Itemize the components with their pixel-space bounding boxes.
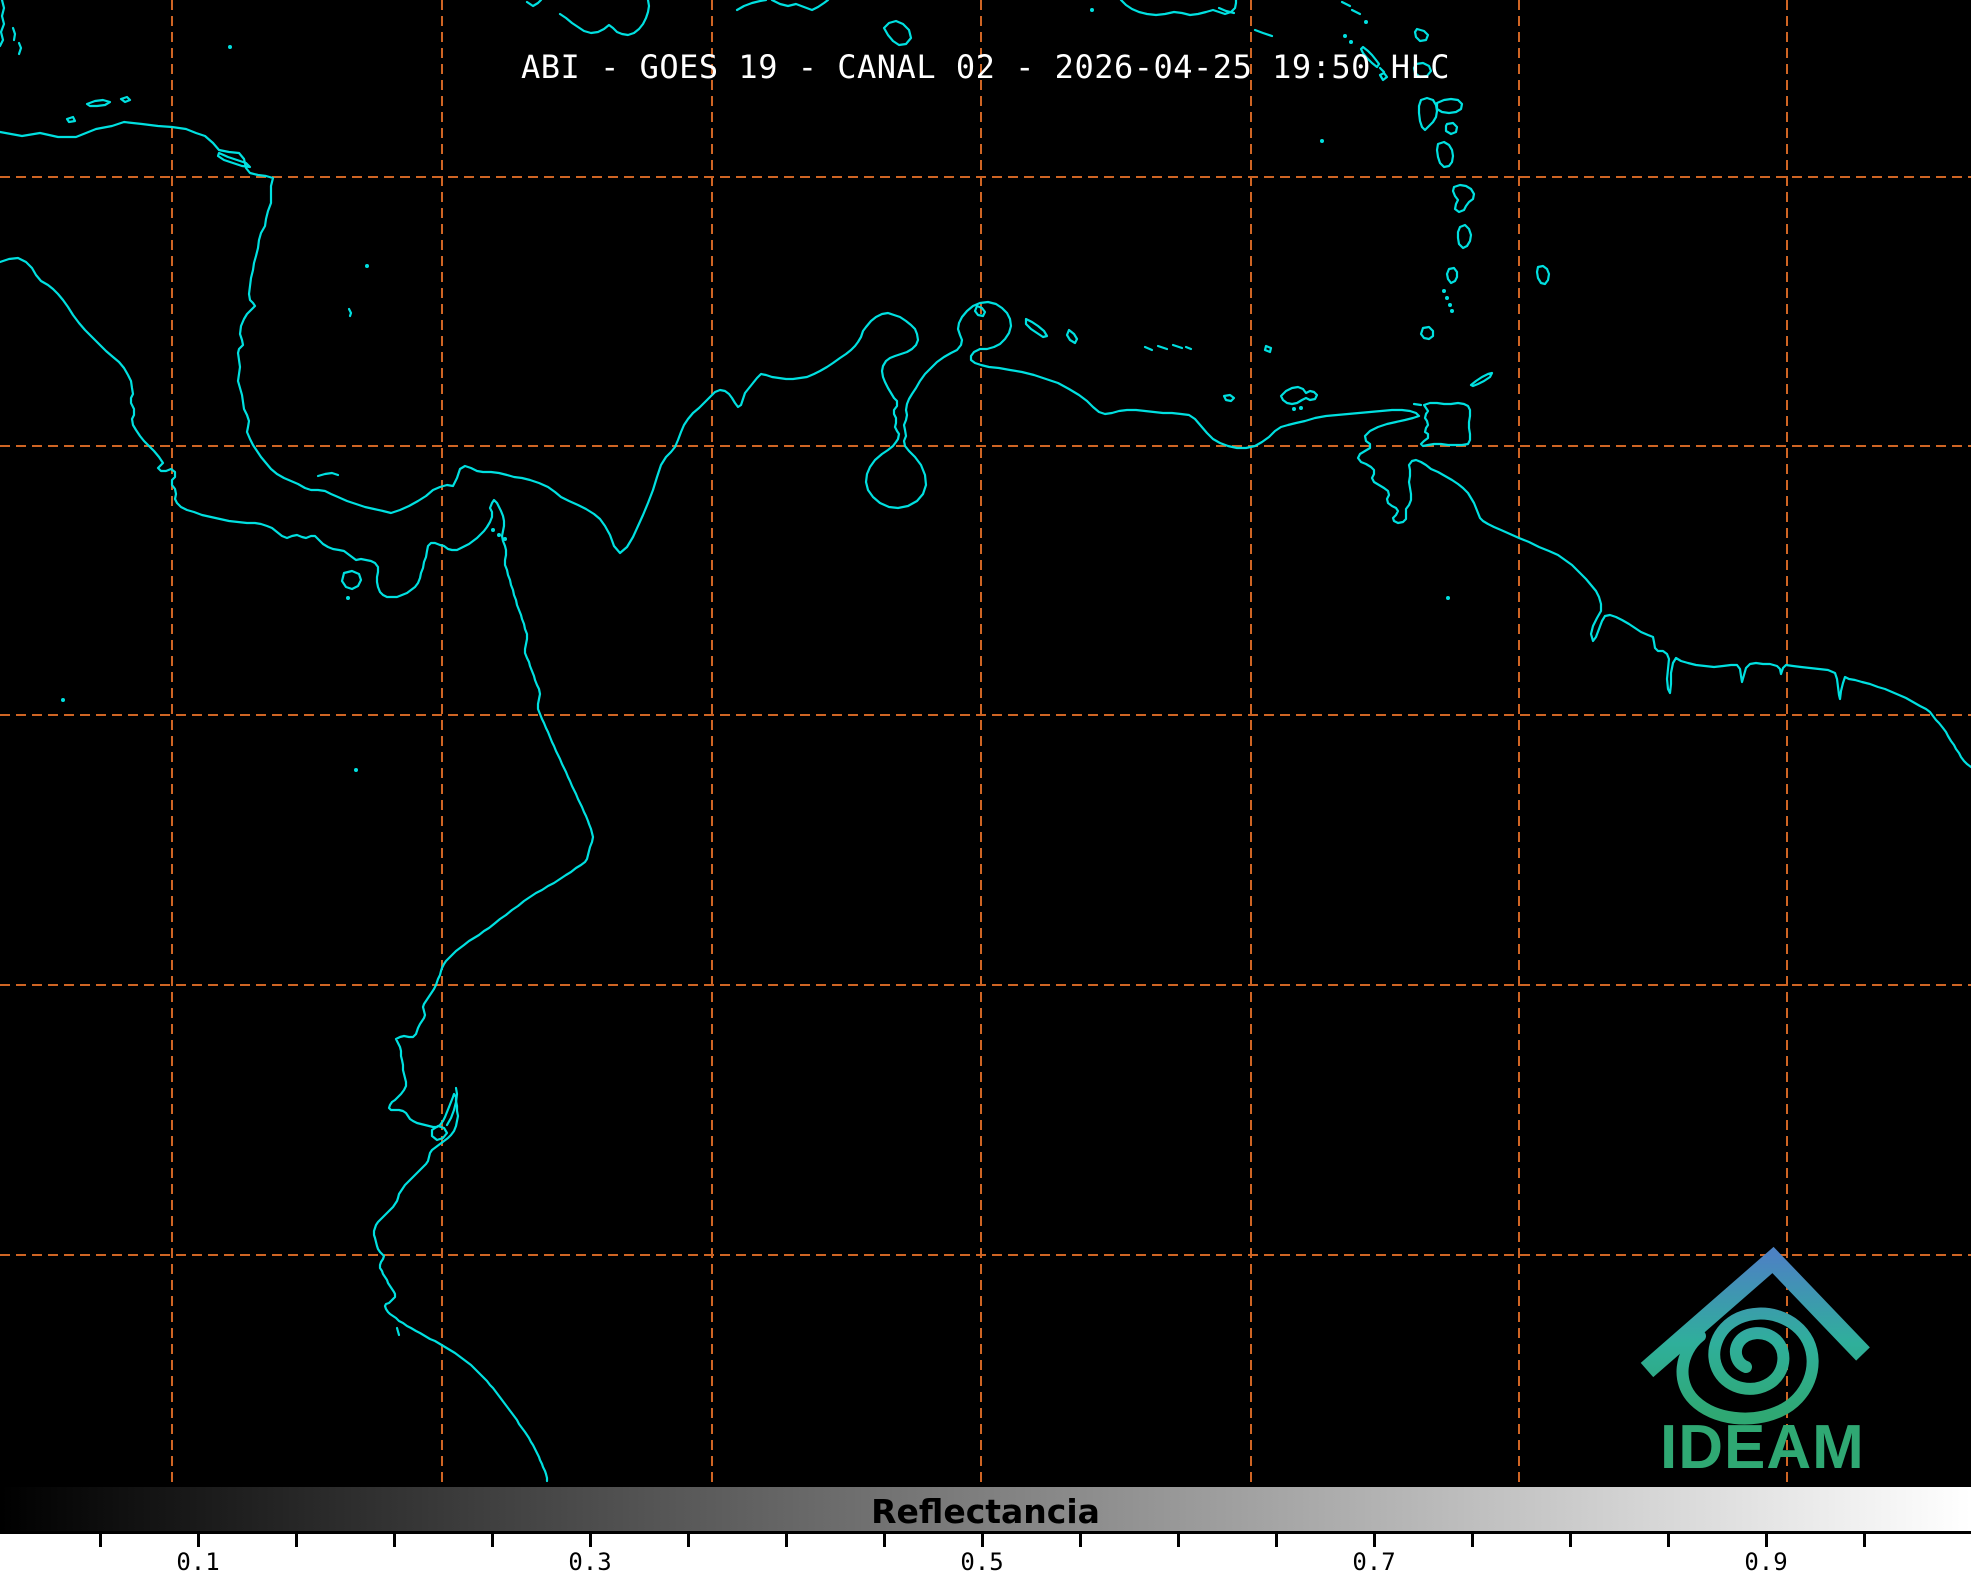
- islet-dot: [503, 537, 507, 541]
- colorbar-tick: [687, 1534, 690, 1547]
- islet-dot: [1349, 40, 1353, 44]
- colorbar-tick: [197, 1534, 200, 1547]
- colorbar-tick: [99, 1534, 102, 1547]
- trinidad-nw-islets: [1414, 404, 1421, 405]
- islet-dot: [1450, 309, 1454, 313]
- islet-dot: [491, 528, 495, 532]
- ideam-logo-text: IDEAM: [1660, 1413, 1865, 1482]
- islet-dot: [1445, 296, 1449, 300]
- colorbar-tick: [295, 1534, 298, 1547]
- colorbar-tick-label: 0.1: [176, 1548, 219, 1576]
- colorbar-tick-label: 0.3: [568, 1548, 611, 1576]
- map-background: [0, 0, 1971, 1484]
- colorbar-tick: [1079, 1534, 1082, 1547]
- colorbar-tick: [1569, 1534, 1572, 1547]
- islet-dot: [346, 596, 350, 600]
- islet-dot: [1292, 407, 1296, 411]
- islet-dot: [1448, 303, 1452, 307]
- map-canvas: IDEAM: [0, 0, 1971, 1484]
- islet-dot: [1299, 406, 1303, 410]
- colorbar-tick: [1667, 1534, 1670, 1547]
- islet-dot: [1446, 596, 1450, 600]
- colorbar-label: Reflectancia: [0, 1492, 1971, 1531]
- colorbar-tick: [491, 1534, 494, 1547]
- colorbar-tick: [785, 1534, 788, 1547]
- colorbar-tick-label: 0.7: [1352, 1548, 1395, 1576]
- islet-dot: [354, 768, 358, 772]
- colorbar-tick: [883, 1534, 886, 1547]
- colorbar-tick: [1765, 1534, 1768, 1547]
- colorbar-tick-label: 0.5: [960, 1548, 1003, 1576]
- islet-dot: [1320, 139, 1324, 143]
- colorbar-tick: [1863, 1534, 1866, 1547]
- colorbar-tick: [589, 1534, 592, 1547]
- image-title: ABI - GOES 19 - CANAL 02 - 2026-04-25 19…: [0, 48, 1971, 86]
- satellite-image-viewer: IDEAM ABI - GOES 19 - CANAL 02 - 2026-04…: [0, 0, 1971, 1577]
- colorbar-tick: [1275, 1534, 1278, 1547]
- colorbar-tick: [393, 1534, 396, 1547]
- islet-dot: [1364, 20, 1368, 24]
- colorbar-tick-label: 0.9: [1744, 1548, 1787, 1576]
- satellite-map: IDEAM ABI - GOES 19 - CANAL 02 - 2026-04…: [0, 0, 1971, 1484]
- islet-dot: [1442, 289, 1446, 293]
- colorbar-tick: [1471, 1534, 1474, 1547]
- islet-dot: [1090, 8, 1094, 12]
- islet-dot: [1343, 34, 1347, 38]
- islet-dot: [365, 264, 369, 268]
- colorbar-tick: [981, 1534, 984, 1547]
- islet-dot: [497, 533, 501, 537]
- colorbar-tick: [1373, 1534, 1376, 1547]
- colorbar-tick: [1177, 1534, 1180, 1547]
- islet-dot: [61, 698, 65, 702]
- colorbar: Reflectancia 0.1 0.3 0.5 0.7 0.9: [0, 1484, 1971, 1577]
